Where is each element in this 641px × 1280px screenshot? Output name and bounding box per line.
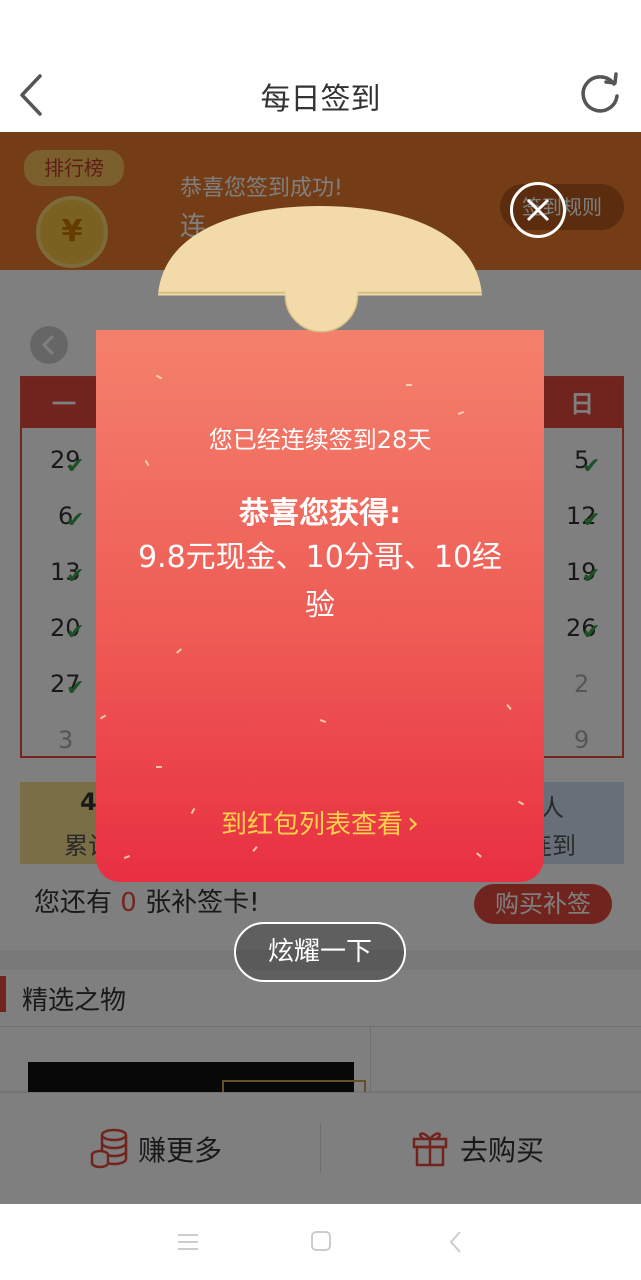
home-icon[interactable] [310,1230,332,1252]
page-title: 每日签到 [260,82,381,117]
confetti [457,411,465,415]
confetti [506,704,512,710]
close-icon [526,198,550,222]
back-nav-icon[interactable] [448,1230,464,1254]
confetti [252,846,258,852]
menu-icon[interactable] [176,1232,200,1252]
show-off-button[interactable]: 炫耀一下 [234,922,406,982]
status-bar [0,0,641,60]
red-packet-flap [158,206,482,333]
close-button[interactable] [510,182,566,238]
confetti [176,648,182,654]
confetti [476,852,482,858]
top-nav-bar: 每日签到 [0,60,641,132]
refresh-icon [581,72,619,113]
confetti [406,384,412,386]
confetti [319,719,327,723]
streak-message: 您已经连续签到28天 [208,426,432,454]
chevron-right-icon: › [407,806,419,841]
confetti [99,714,107,720]
confetti [144,459,150,467]
red-packet-popup: 您已经连续签到28天 恭喜您获得: 9.8元现金、10分哥、10经验 到红包列表… [96,206,544,882]
reward-text: 9.8元现金、10分哥、10经验 [137,540,503,623]
confetti [123,855,131,859]
confetti [156,766,162,768]
refresh-button[interactable] [576,70,624,118]
view-red-packet-list-link[interactable]: 到红包列表查看 › [96,804,544,841]
system-nav-bar [0,1204,641,1280]
congrats-heading: 恭喜您获得: [239,496,401,531]
confetti [155,374,163,380]
link-label: 到红包列表查看 [220,810,403,840]
